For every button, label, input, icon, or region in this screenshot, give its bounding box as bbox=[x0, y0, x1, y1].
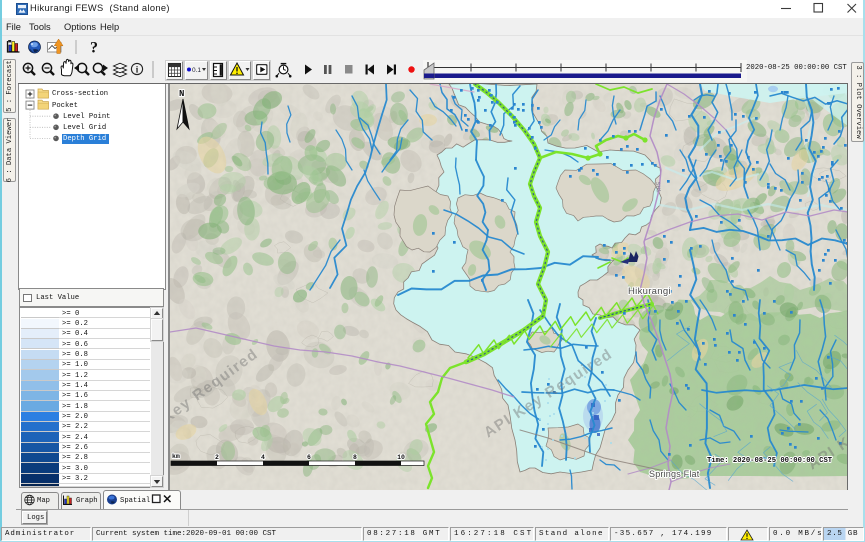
svg-text:Springs Flat: Springs Flat bbox=[649, 469, 700, 479]
svg-text:SH1: SH1 bbox=[654, 182, 662, 194]
svg-text:8: 8 bbox=[353, 454, 357, 461]
svg-text:6: 6 bbox=[307, 454, 311, 461]
svg-text:4: 4 bbox=[261, 454, 265, 461]
svg-text:10: 10 bbox=[397, 454, 405, 461]
svg-text:Hikurangi: Hikurangi bbox=[628, 286, 671, 297]
svg-text:Time: 2020-08-25 00:00:00 CST: Time: 2020-08-25 00:00:00 CST bbox=[707, 457, 833, 465]
svg-text:2: 2 bbox=[215, 454, 219, 461]
